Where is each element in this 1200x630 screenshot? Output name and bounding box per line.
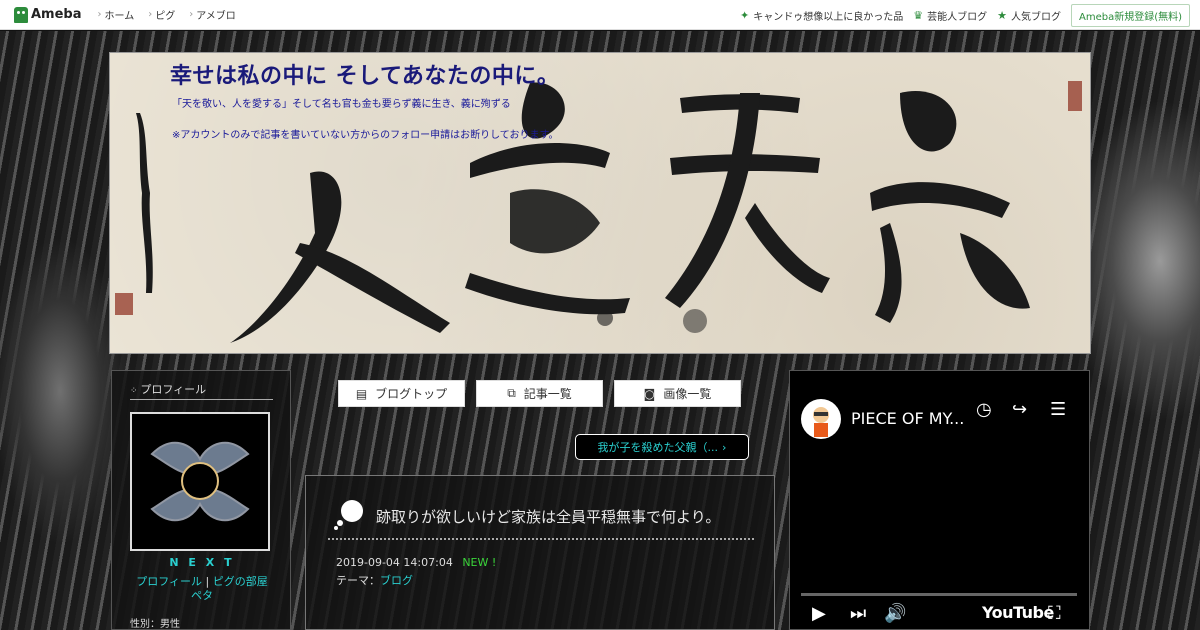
celebrity-blog-link[interactable]: ♛ 芸能人ブログ [913, 8, 987, 23]
blog-description: 「天を敬い、人を愛する」そして名も官も金も要らず義に生き、義に殉ずる [172, 99, 511, 110]
progress-bar[interactable] [801, 593, 1077, 596]
profile-gender: 性別：男性 [130, 619, 180, 630]
nav-pigg-link[interactable]: ピグ [148, 7, 175, 22]
peta-link[interactable]: ペタ [191, 589, 213, 602]
blog-entry: 跡取りが欲しいけど家族は全員平穏無事で何より。 2019-09-04 14:07… [305, 475, 775, 630]
crown-icon: ♛ [913, 8, 924, 22]
nav-ameblo-link[interactable]: アメブロ [189, 7, 236, 22]
new-badge: NEW ! [462, 556, 497, 569]
signup-button[interactable]: Ameba新規登録(無料) [1070, 3, 1190, 27]
ameba-logo-icon [14, 6, 28, 23]
watch-later-icon[interactable]: ◷ [976, 399, 992, 420]
profile-heading: プロフィール [130, 381, 206, 397]
copy-icon: ⧉ [507, 386, 516, 400]
fullscreen-icon[interactable]: ⛶ [1048, 603, 1061, 624]
blog-title[interactable]: 幸せは私の中に そしてあなたの中に。 [170, 58, 559, 90]
entry-datetime: 2019-09-04 14:07:04 NEW ! [336, 556, 497, 569]
chevron-right-icon: › [722, 440, 727, 454]
blog-top-button[interactable]: ▤ ブログトップ [338, 380, 465, 407]
nav-home-link[interactable]: ホーム [98, 7, 135, 22]
speech-bubble-icon [334, 500, 363, 530]
previous-entry-link[interactable]: 我が子を殺めた父親（... › [575, 434, 749, 460]
ameba-header: Ameba ホーム ピグ アメブロ ✦ キャンドゥ想像以上に良かった品 ♛ 芸能… [0, 0, 1200, 30]
trending-link[interactable]: ✦ キャンドゥ想像以上に良かった品 [740, 8, 903, 23]
theme-link[interactable]: ブログ [380, 574, 413, 587]
camera-icon: ◙ [643, 386, 656, 401]
blog-header: 幸せは私の中に そしてあなたの中に。 「天を敬い、人を愛する」そして名も官も金も… [109, 52, 1091, 354]
playlist-icon[interactable]: ☰ [1050, 399, 1066, 420]
profile-sidebar: プロフィール N E X T プロフィール | ピグの部屋 ペタ 性別：男性 [111, 370, 291, 630]
volume-icon[interactable]: 🔊 [884, 603, 906, 624]
avatar-image [132, 414, 268, 549]
article-list-button[interactable]: ⧉ 記事一覧 [476, 380, 603, 407]
ameba-logo[interactable]: Ameba [14, 6, 82, 23]
channel-avatar[interactable] [801, 399, 841, 439]
image-list-button[interactable]: ◙ 画像一覧 [614, 380, 741, 407]
youtube-player[interactable]: PIECE OF MY... ◷ ↪ ☰ ▶ ⏭ 🔊 YouTube ⛶ [789, 370, 1090, 630]
pigg-room-link[interactable]: ピグの部屋 [213, 575, 268, 588]
profile-link[interactable]: プロフィール [136, 575, 202, 588]
popular-blog-link[interactable]: ★ 人気ブログ [997, 8, 1061, 23]
next-icon[interactable]: ⏭ [850, 603, 866, 624]
profile-nickname[interactable]: N E X T [112, 556, 292, 569]
play-icon[interactable]: ▶ [812, 603, 826, 624]
video-title[interactable]: PIECE OF MY... [851, 409, 964, 428]
blog-note: ※アカウントのみで記事を書いていない方からのフォロー申請はお断りしております。 [172, 130, 559, 141]
star-icon: ★ [997, 8, 1007, 22]
profile-avatar[interactable] [130, 412, 270, 551]
document-icon: ▤ [355, 386, 368, 401]
sparkle-icon: ✦ [740, 8, 750, 22]
entry-title[interactable]: 跡取りが欲しいけど家族は全員平穏無事で何より。 [376, 506, 720, 527]
youtube-logo[interactable]: YouTube [982, 603, 1054, 622]
share-icon[interactable]: ↪ [1012, 399, 1027, 420]
entry-theme: テーマ：ブログ [336, 574, 413, 587]
